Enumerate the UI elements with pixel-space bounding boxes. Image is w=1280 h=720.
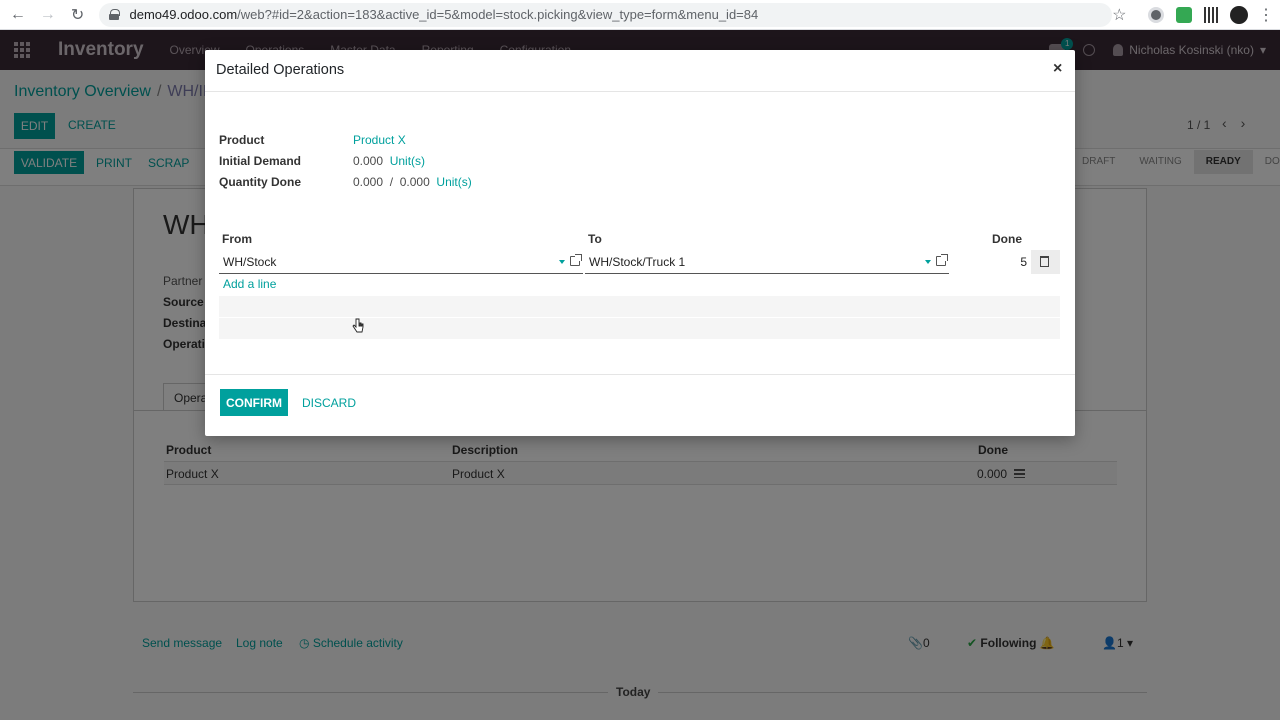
to-location-field[interactable]: WH/Stock/Truck 1 <box>585 250 949 274</box>
dropdown-caret-icon[interactable] <box>559 260 565 264</box>
profile-avatar-icon[interactable] <box>1230 5 1249 24</box>
modal-title: Detailed Operations <box>216 62 345 78</box>
delete-line-button[interactable] <box>1031 250 1060 274</box>
browser-menu-icon[interactable]: ⋮ <box>1258 5 1274 25</box>
extension-icon[interactable] <box>1204 6 1219 23</box>
initial-demand-label: Initial Demand <box>219 154 302 168</box>
forward-arrow-icon[interactable]: → <box>36 3 60 27</box>
trash-icon <box>1040 256 1049 267</box>
qty-unit-link[interactable]: Unit(s) <box>436 175 471 189</box>
initial-demand-value: 0.000 Unit(s) <box>353 154 425 168</box>
confirm-button[interactable]: CONFIRM <box>220 389 288 416</box>
from-location-value: WH/Stock <box>223 255 277 269</box>
demand-qty: 0.000 <box>353 154 384 168</box>
bookmark-star-icon[interactable]: ☆ <box>1112 5 1126 25</box>
external-link-icon[interactable] <box>570 254 582 266</box>
col-from: From <box>222 232 252 246</box>
discard-button[interactable]: DISCARD <box>302 396 356 410</box>
from-location-field[interactable]: WH/Stock <box>219 250 583 274</box>
url-host: demo49.odoo.com <box>129 7 238 22</box>
move-line-row: WH/Stock WH/Stock/Truck 1 5 <box>219 250 1060 274</box>
extension-icon[interactable] <box>1148 6 1165 23</box>
col-done: Done <box>992 232 1022 246</box>
close-icon[interactable]: × <box>1053 60 1062 78</box>
modal-header: Detailed Operations × <box>205 50 1075 92</box>
add-line-link[interactable]: Add a line <box>223 277 276 291</box>
external-link-icon[interactable] <box>936 254 948 266</box>
lock-icon <box>109 9 121 20</box>
quantity-done-label: Quantity Done <box>219 175 302 189</box>
dropdown-caret-icon[interactable] <box>925 260 931 264</box>
product-label: Product <box>219 133 265 147</box>
qty-total: 0.000 <box>399 175 430 189</box>
back-arrow-icon[interactable]: ← <box>6 3 30 27</box>
modal-footer <box>205 374 1075 375</box>
qty-done: 0.000 <box>353 175 384 189</box>
extension-icon[interactable] <box>1176 6 1193 23</box>
demand-unit-link[interactable]: Unit(s) <box>390 154 425 168</box>
col-to: To <box>588 232 602 246</box>
qty-separator: / <box>389 175 394 189</box>
detailed-operations-dialog: Detailed Operations × Product Product X … <box>205 50 1075 436</box>
to-location-value: WH/Stock/Truck 1 <box>589 255 686 269</box>
quantity-done-value: 0.000 / 0.000 Unit(s) <box>353 175 472 189</box>
browser-toolbar: ← → ↻ demo49.odoo.com/web?#id=2&action=1… <box>0 0 1280 30</box>
product-value-link[interactable]: Product X <box>353 133 406 147</box>
empty-row <box>219 296 1060 317</box>
empty-row <box>219 318 1060 339</box>
done-quantity-input[interactable]: 5 <box>951 250 1029 274</box>
address-bar[interactable]: demo49.odoo.com/web?#id=2&action=183&act… <box>99 2 1113 27</box>
url-path: /web?#id=2&action=183&active_id=5&model=… <box>237 7 759 22</box>
reload-icon[interactable]: ↻ <box>66 3 90 27</box>
hand-cursor-icon <box>352 318 364 333</box>
